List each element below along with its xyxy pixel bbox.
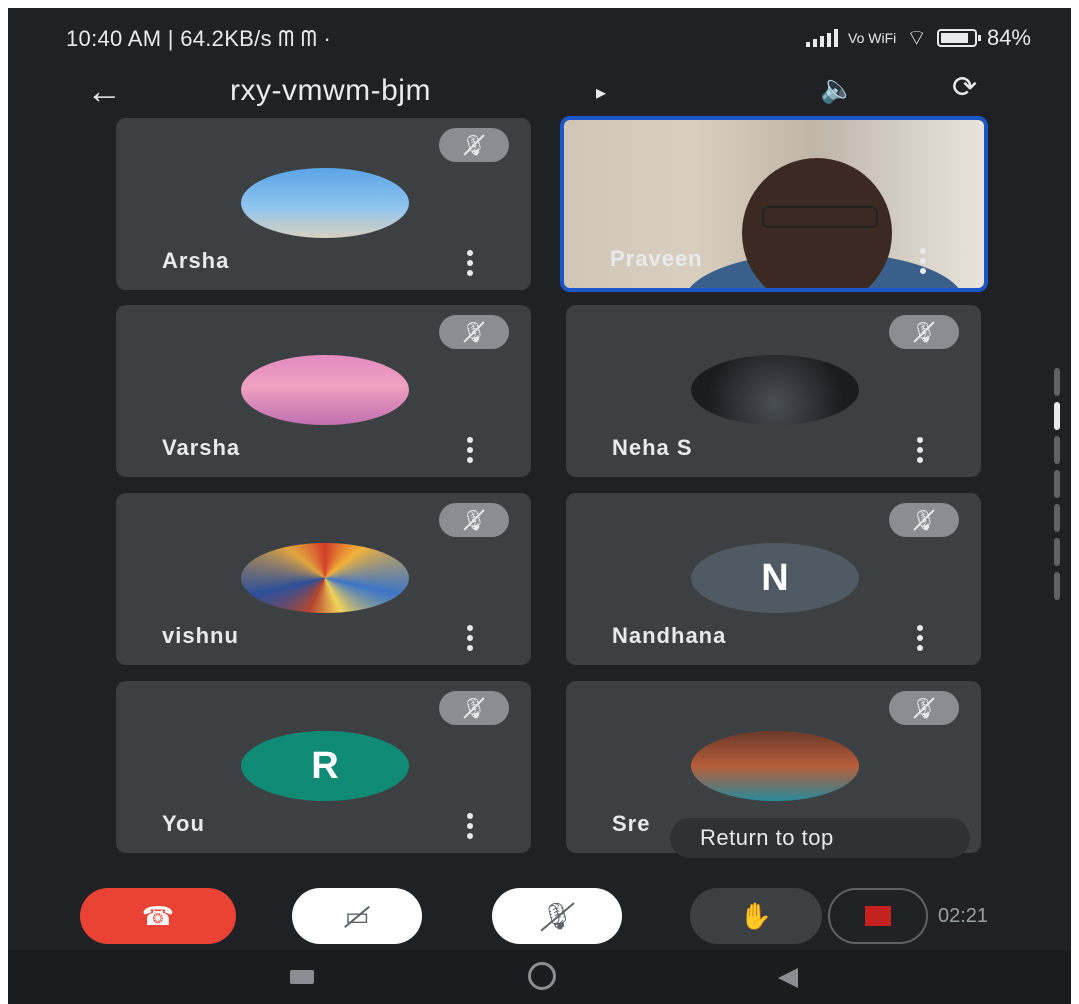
avatar	[241, 543, 409, 613]
mic-off-icon: 🎙	[889, 691, 959, 725]
status-right: Vo WiFi ⌔ 84%	[806, 24, 1031, 52]
avatar	[691, 355, 859, 425]
raise-hand-button[interactable]: ✋	[690, 888, 822, 944]
return-to-top-button[interactable]: Return to top	[670, 818, 970, 858]
participant-name: Nandhana	[612, 623, 727, 648]
participant-name: You	[162, 811, 205, 836]
notification-icons: ᗰ ᗰ ·	[278, 26, 332, 51]
participant-tile[interactable]: 🎙 Varsha	[116, 305, 531, 477]
mic-off-icon: 🎙	[439, 691, 509, 725]
status-time: 10:40 AM | 64.2KB/s	[66, 26, 272, 51]
participant-name: Neha S	[612, 435, 693, 460]
hangup-button[interactable]: ☎	[80, 888, 236, 944]
more-vert-icon[interactable]	[467, 437, 473, 463]
participant-name: Sre	[612, 811, 651, 836]
participant-tile-self[interactable]: 🎙 R You	[116, 681, 531, 853]
participant-tile-active[interactable]: Praveen	[560, 116, 988, 292]
avatar	[241, 355, 409, 425]
more-vert-icon[interactable]	[917, 437, 923, 463]
participant-tile[interactable]: 🎙 Arsha	[116, 118, 531, 290]
recording-timer: 02:21	[938, 888, 1068, 944]
scroll-indicator[interactable]	[1054, 368, 1060, 608]
recents-icon[interactable]	[290, 970, 314, 984]
participant-name: Praveen	[610, 246, 703, 271]
avatar: N	[691, 543, 859, 613]
avatar	[241, 168, 409, 238]
more-vert-icon[interactable]	[467, 813, 473, 839]
meeting-code[interactable]: rxy-vmwm-bjm	[230, 74, 431, 108]
timer-value: 02:21	[938, 904, 989, 927]
participant-tile[interactable]: 🎙 N Nandhana	[566, 493, 981, 665]
mic-off-icon: 🎙	[439, 128, 509, 162]
raise-hand-icon: ✋	[739, 900, 773, 931]
mic-off-icon: 🎙	[889, 315, 959, 349]
participant-name: Arsha	[162, 248, 230, 273]
mic-off-icon: 🎙	[889, 503, 959, 537]
status-bar: 10:40 AM | 64.2KB/s ᗰ ᗰ · Vo WiFi ⌔ 84%	[8, 8, 1071, 64]
mic-toggle-button[interactable]: 🎙	[492, 888, 622, 944]
meeting-details-caret-icon[interactable]: ▸	[596, 80, 606, 105]
record-icon	[865, 906, 891, 926]
mic-off-icon: 🎙	[439, 503, 509, 537]
participant-tile[interactable]: 🎙 Neha S	[566, 305, 981, 477]
avatar	[691, 731, 859, 801]
battery-fill	[940, 33, 968, 43]
status-left: 10:40 AM | 64.2KB/s ᗰ ᗰ ·	[66, 26, 331, 52]
more-vert-icon[interactable]	[920, 248, 926, 274]
camera-toggle-button[interactable]: ▭	[292, 888, 422, 944]
more-vert-icon[interactable]	[467, 625, 473, 651]
speaker-icon[interactable]: 🔈	[820, 72, 855, 105]
camera-off-icon: ▭	[344, 900, 370, 931]
mic-off-icon: 🎙	[439, 315, 509, 349]
volte-label: Vo WiFi	[848, 30, 897, 46]
participant-tile[interactable]: 🎙 vishnu	[116, 493, 531, 665]
hangup-icon: ☎	[141, 900, 175, 931]
avatar: R	[241, 731, 409, 801]
back-arrow-icon[interactable]: ←	[86, 70, 122, 112]
battery-icon	[936, 29, 981, 47]
participant-name: Varsha	[162, 435, 241, 460]
home-icon[interactable]	[528, 962, 556, 990]
mic-off-icon: 🎙	[540, 900, 574, 931]
signal-icon	[806, 29, 839, 47]
record-button[interactable]	[828, 888, 928, 944]
camera-flip-icon[interactable]: ⟳	[952, 70, 977, 105]
phone-screen: 10:40 AM | 64.2KB/s ᗰ ᗰ · Vo WiFi ⌔ 84% …	[8, 8, 1071, 1004]
more-vert-icon[interactable]	[467, 250, 473, 276]
nav-back-icon[interactable]	[778, 968, 798, 988]
system-nav-bar	[8, 950, 1071, 1004]
participant-name: vishnu	[162, 623, 239, 648]
wifi-icon: ⌔	[906, 25, 927, 50]
battery-percent: 84%	[986, 25, 1031, 50]
more-vert-icon[interactable]	[917, 625, 923, 651]
meeting-header: ← rxy-vmwm-bjm ▸ 🔈 ⟳	[8, 64, 1071, 120]
